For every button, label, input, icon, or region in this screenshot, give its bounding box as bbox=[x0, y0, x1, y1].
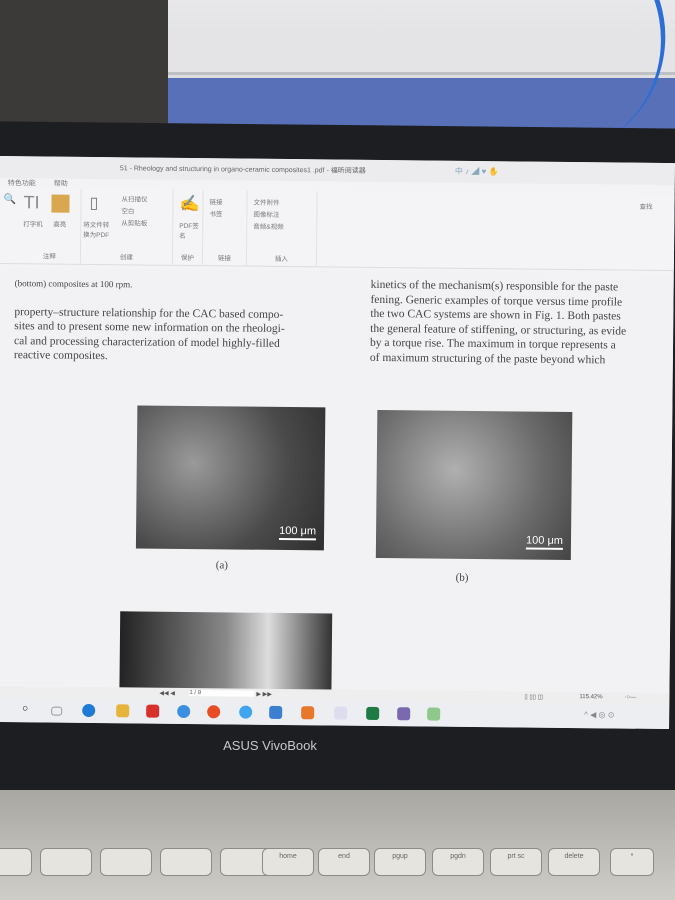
menu-bar: 特色功能 帮助 bbox=[8, 178, 68, 189]
find-button[interactable]: 查找 bbox=[639, 201, 652, 211]
signature-icon: ✍ bbox=[179, 195, 200, 214]
keyboard-key[interactable] bbox=[160, 848, 212, 876]
micrograph-c bbox=[119, 611, 333, 694]
left-column: (bottom) composites at 100 rpm. property… bbox=[14, 276, 350, 366]
excel-icon[interactable] bbox=[366, 706, 380, 721]
window-title: 51 - Rheology and structuring in organo-… bbox=[119, 165, 366, 175]
typewriter-icon[interactable]: TI bbox=[23, 192, 39, 213]
right-column: kinetics of the mechanism(s) responsible… bbox=[370, 278, 675, 368]
end-key[interactable]: end bbox=[318, 848, 370, 876]
group-label: 保护 bbox=[180, 254, 194, 263]
home-key[interactable]: home bbox=[262, 848, 314, 876]
edge-icon[interactable] bbox=[82, 703, 96, 718]
next-page-button[interactable]: ▶ ▶▶ bbox=[256, 691, 272, 698]
image-annotation-button[interactable]: 图像标注 bbox=[253, 209, 279, 219]
laptop-screen: 51 - Rheology and structuring in organo-… bbox=[0, 156, 675, 730]
folder-icon[interactable] bbox=[116, 704, 130, 718]
audio-video-button[interactable]: 音频&视频 bbox=[253, 221, 283, 231]
pdf-sign-button[interactable]: PDF签名 bbox=[179, 220, 199, 240]
keyboard-key[interactable] bbox=[40, 848, 92, 876]
ribbon-group-protect: ✍ PDF签名 保护 bbox=[172, 189, 204, 267]
first-page-button[interactable]: ◀◀ ◀ bbox=[159, 690, 175, 697]
figure-label-a: (a) bbox=[215, 559, 229, 572]
zoom-slider[interactable]: ·○— bbox=[624, 695, 636, 701]
text-line: reactive composites. bbox=[13, 349, 108, 363]
file-icon: ▯ bbox=[89, 194, 99, 213]
text-line: of maximum structuring of the paste beyo… bbox=[369, 351, 606, 366]
ie-icon[interactable] bbox=[239, 705, 253, 719]
pgdn-key[interactable]: pgdn bbox=[432, 848, 484, 876]
zoom-level[interactable]: 115.42% bbox=[579, 694, 602, 700]
asterisk-key[interactable]: * bbox=[610, 848, 654, 876]
highlight-button[interactable]: 高亮 bbox=[53, 219, 66, 229]
micrograph-b: 100 μm bbox=[375, 409, 573, 560]
ribbon: 🔍 TI 打字机 高亮 注释 ▯ 将文件转换为PDF 从扫描仪 空白 从剪贴板 … bbox=[0, 187, 675, 272]
ribbon-group-insert: 文件附件 图像标注 音频&视频 插入 bbox=[246, 190, 318, 268]
figure-label-b: (b) bbox=[455, 571, 469, 584]
group-label: 创建 bbox=[119, 254, 133, 262]
convert-to-pdf-button[interactable]: 将文件转换为PDF bbox=[83, 219, 113, 239]
prtsc-key[interactable]: prt sc bbox=[490, 848, 542, 876]
background-object bbox=[0, 0, 168, 130]
app-icon[interactable] bbox=[397, 707, 411, 721]
menu-item[interactable]: 帮助 bbox=[54, 179, 68, 189]
group-label: 注释 bbox=[42, 253, 56, 261]
foxit-icon[interactable] bbox=[301, 706, 315, 720]
ribbon-group-links: 链接 书签 链接 bbox=[202, 190, 248, 267]
bookmark-button[interactable]: 书签 bbox=[209, 208, 222, 218]
browser-icon[interactable] bbox=[207, 705, 221, 719]
from-clipboard-button[interactable]: 从剪贴板 bbox=[121, 217, 147, 227]
micrograph-a: 100 μm bbox=[135, 405, 326, 551]
system-tray-icons[interactable]: ^ ◀ ◎ ⊙ bbox=[584, 710, 614, 719]
page-number-input[interactable]: 1 / 9 bbox=[189, 690, 255, 697]
view-mode-icons[interactable]: ▯ ▯▯ ◫ bbox=[524, 694, 543, 701]
group-label: 链接 bbox=[217, 255, 231, 263]
link-button[interactable]: 链接 bbox=[209, 196, 222, 206]
toolbar-icons[interactable]: 中 ♪ ◢ ♥ ✋ bbox=[455, 166, 499, 177]
scale-bar: 100 μm bbox=[279, 523, 317, 541]
pgup-key[interactable]: pgup bbox=[374, 848, 426, 876]
delete-key[interactable]: delete bbox=[548, 848, 600, 876]
scale-bar: 100 μm bbox=[525, 533, 564, 550]
blank-button[interactable]: 空白 bbox=[121, 205, 134, 215]
ie-icon[interactable] bbox=[177, 704, 191, 719]
keyboard-deck bbox=[0, 790, 675, 900]
task-view-icon[interactable] bbox=[51, 706, 63, 716]
ime-icon[interactable] bbox=[334, 706, 348, 720]
search-icon[interactable]: 🔍 bbox=[3, 194, 16, 205]
from-scanner-button[interactable]: 从扫描仪 bbox=[122, 193, 148, 203]
file-attachment-button[interactable]: 文件附件 bbox=[253, 197, 279, 207]
figure-caption-tail: (bottom) composites at 100 rpm. bbox=[14, 278, 133, 290]
pdf-page: (bottom) composites at 100 rpm. property… bbox=[0, 267, 675, 696]
app-icon[interactable] bbox=[269, 705, 283, 719]
keyboard-key[interactable] bbox=[0, 848, 32, 876]
app-icon[interactable] bbox=[146, 704, 160, 718]
search-circle-icon[interactable]: ○ bbox=[22, 703, 28, 714]
keyboard-key[interactable] bbox=[100, 848, 152, 876]
ribbon-group-comment: TI 打字机 高亮 注释 bbox=[18, 188, 82, 265]
typewriter-button[interactable]: 打字机 bbox=[23, 218, 43, 228]
group-label: 插入 bbox=[274, 255, 288, 264]
menu-item[interactable]: 特色功能 bbox=[8, 178, 36, 188]
laptop-brand: ASUS VivoBook bbox=[223, 738, 317, 753]
ribbon-group-create: ▯ 将文件转换为PDF 从扫描仪 空白 从剪贴板 创建 bbox=[80, 188, 174, 266]
highlight-icon[interactable] bbox=[51, 194, 70, 213]
app-icon[interactable] bbox=[427, 707, 441, 721]
